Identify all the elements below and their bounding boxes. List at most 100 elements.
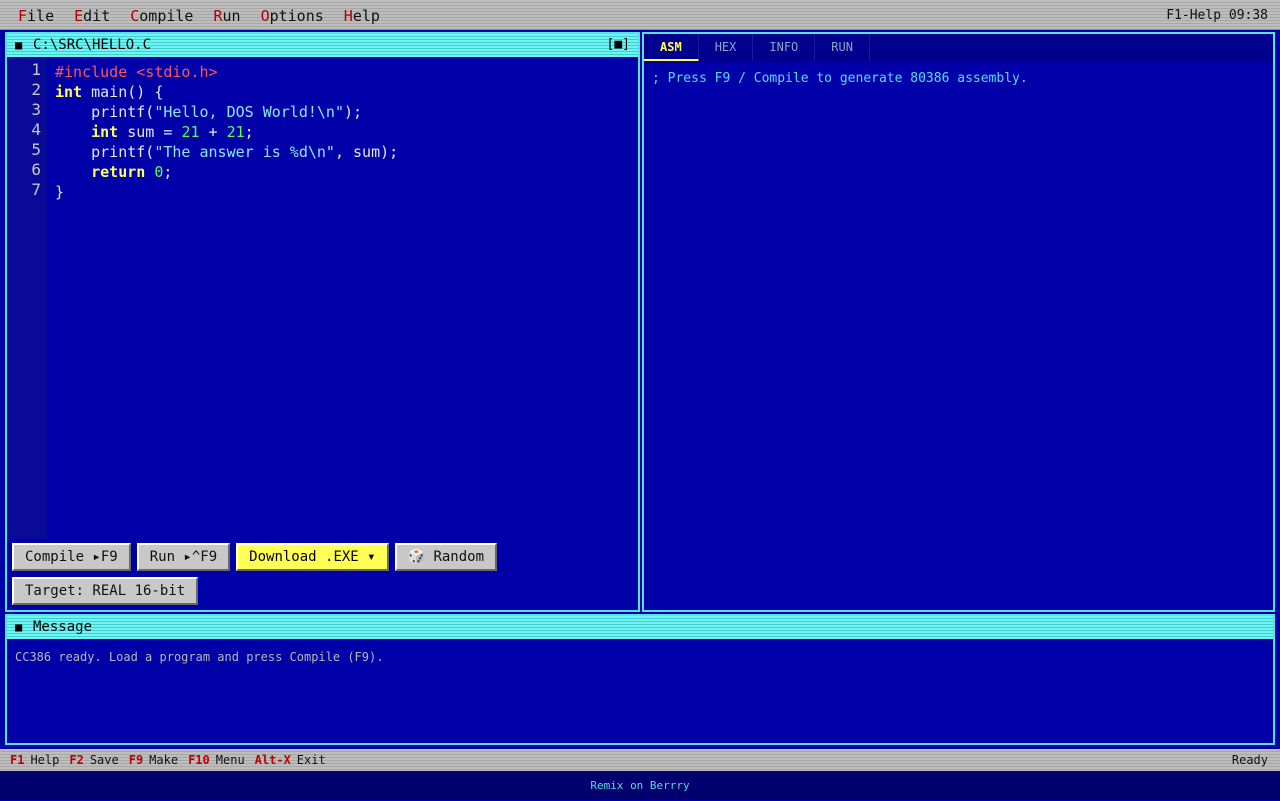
- shortcut-menu[interactable]: F10 Menu: [188, 753, 245, 767]
- code-token: return: [91, 163, 146, 181]
- code-token: main() {: [82, 83, 164, 101]
- run-button[interactable]: Run ▸^F9: [136, 543, 231, 571]
- code-line: int sum = 21 + 21;: [55, 122, 398, 142]
- shortcut-label: Make: [149, 753, 179, 767]
- download-exe-button[interactable]: Download .EXE ▾: [236, 543, 389, 571]
- shortcut-key: F1: [10, 753, 25, 767]
- menu-hotkey: H: [343, 7, 353, 25]
- shortcut-make[interactable]: F9 Make: [129, 753, 178, 767]
- code-token: int: [91, 123, 119, 141]
- line-number: 4: [31, 120, 41, 139]
- line-number: 2: [31, 80, 41, 99]
- message-window: ■ Message CC386 ready. Load a program an…: [5, 614, 1275, 745]
- menu-label: ptions: [269, 7, 324, 25]
- code-line: printf("The answer is %d\n", sum);: [55, 142, 398, 162]
- code-token: "Hello, DOS World!\n": [154, 103, 344, 121]
- menu-run[interactable]: Run: [213, 7, 240, 25]
- code-token: printf(: [55, 143, 155, 161]
- editor-title: C:\SRC\HELLO.C: [33, 37, 152, 53]
- menu-label: un: [222, 7, 241, 25]
- code-token: sum =: [118, 123, 182, 141]
- line-number: 6: [31, 160, 41, 179]
- line-number: 7: [31, 180, 41, 199]
- code-token: printf(: [55, 103, 155, 121]
- menu-edit[interactable]: Edit: [74, 7, 110, 25]
- menu-hotkey: R: [213, 7, 223, 25]
- status-bar: F1 Help F2 Save F9 Make F10 Menu Alt-X Exit R…: [0, 749, 1280, 771]
- shortcut-save[interactable]: F2 Save: [69, 753, 118, 767]
- shortcut-key: F2: [69, 753, 84, 767]
- line-number: 5: [31, 140, 41, 159]
- code-token: #include <stdio.h>: [55, 63, 218, 81]
- menu-hotkey: F: [18, 7, 28, 25]
- menu-hotkey: C: [130, 7, 140, 25]
- menu-help[interactable]: Help: [344, 7, 380, 25]
- shortcut-label: Exit: [296, 753, 326, 767]
- tab-asm[interactable]: ASM: [644, 34, 699, 61]
- footer: Remix on Berrry: [0, 771, 1280, 800]
- code-line: printf("Hello, DOS World!\n");: [55, 102, 398, 122]
- code-token: 21: [226, 123, 245, 141]
- status-text: Ready: [1231, 753, 1268, 767]
- menu-list: File Edit Compile Run Options Help: [18, 7, 380, 25]
- code-token: ;: [163, 163, 173, 181]
- tab-run[interactable]: RUN: [815, 34, 870, 61]
- target-row: Target: REAL 16-bit: [12, 577, 199, 605]
- menu-label: ile: [27, 7, 55, 25]
- code-line: #include <stdio.h>: [55, 62, 398, 82]
- message-titlebar: ■ Message: [7, 616, 1273, 639]
- shortcut-key: Alt-X: [254, 753, 291, 767]
- code-token: }: [55, 183, 65, 201]
- tab-info[interactable]: INFO: [753, 34, 816, 61]
- editor-toolbar: Compile ▸F9 Run ▸^F9 Download .EXE ▾ 🎲 R…: [12, 543, 498, 571]
- help-clock: F1-Help 09:38: [1166, 8, 1268, 23]
- shortcut-exit[interactable]: Alt-X Exit: [255, 753, 326, 767]
- window-menu-icon[interactable]: ■: [15, 620, 22, 634]
- menu-bar: File Edit Compile Run Options Help F1-He…: [0, 0, 1280, 30]
- message-text: CC386 ready. Load a program and press Co…: [15, 650, 384, 664]
- message-title: Message: [33, 619, 93, 635]
- menu-options[interactable]: Options: [261, 7, 324, 25]
- code-editor[interactable]: #include <stdio.h> int main() { printf("H…: [55, 62, 398, 202]
- output-tabs: ASM HEX INFO RUN: [644, 34, 1273, 62]
- shortcut-help[interactable]: F1 Help: [10, 753, 59, 767]
- shortcut-label: Save: [89, 753, 119, 767]
- shortcut-key: F10: [188, 753, 210, 767]
- code-token: 21: [181, 123, 200, 141]
- editor-window: ■ C:\SRC\HELLO.C [■] 1 2 3 4 5 6 7 #incl…: [5, 32, 640, 612]
- shortcut-label: Help: [30, 753, 60, 767]
- editor-titlebar: ■ C:\SRC\HELLO.C [■]: [7, 34, 638, 57]
- menu-label: elp: [352, 7, 380, 25]
- menu-label: ompile: [139, 7, 194, 25]
- code-token: , sum);: [334, 143, 399, 161]
- menu-compile[interactable]: Compile: [130, 7, 193, 25]
- compile-button[interactable]: Compile ▸F9: [12, 543, 131, 571]
- code-token: "The answer is %d\n": [154, 143, 335, 161]
- code-line: }: [55, 182, 398, 202]
- code-line: int main() {: [55, 82, 398, 102]
- code-line: return 0;: [55, 162, 398, 182]
- window-menu-icon[interactable]: ■: [15, 38, 22, 52]
- random-button[interactable]: 🎲 Random: [394, 543, 498, 571]
- maximize-button[interactable]: [■]: [607, 37, 630, 52]
- line-number: 3: [31, 100, 41, 119]
- line-numbers: 1 2 3 4 5 6 7: [7, 60, 41, 200]
- target-mode-button[interactable]: Target: REAL 16-bit: [12, 577, 199, 605]
- code-token: ;: [244, 123, 254, 141]
- shortcut-list: F1 Help F2 Save F9 Make F10 Menu Alt-X Exit: [10, 753, 326, 767]
- menu-label: dit: [83, 7, 111, 25]
- output-window: ASM HEX INFO RUN ; Press F9 / Compile to…: [642, 32, 1275, 612]
- asm-output: ; Press F9 / Compile to generate 80386 a…: [652, 71, 1028, 86]
- tab-hex[interactable]: HEX: [699, 34, 754, 61]
- footer-link[interactable]: Remix on Berrry: [590, 779, 689, 792]
- menu-file[interactable]: File: [18, 7, 54, 25]
- shortcut-key: F9: [128, 753, 144, 767]
- code-token: );: [344, 103, 363, 121]
- code-token: int: [55, 83, 83, 101]
- menu-hotkey: E: [74, 7, 84, 25]
- code-token: +: [199, 123, 227, 141]
- menu-hotkey: O: [260, 7, 270, 25]
